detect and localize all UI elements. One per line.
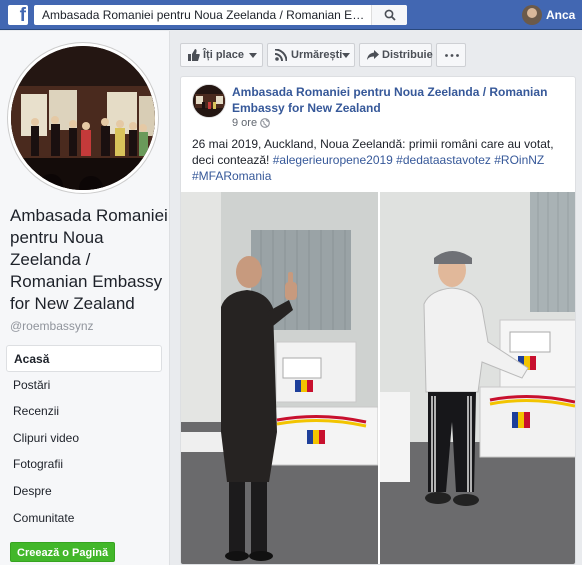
post-photo-2[interactable] bbox=[380, 192, 575, 564]
post-body: 26 mai 2019, Auckland, Noua Zeelandă: pr… bbox=[192, 136, 570, 184]
like-page-button[interactable]: Îți place bbox=[180, 43, 263, 67]
sidebar-item-despre[interactable]: Despre bbox=[6, 478, 162, 505]
share-page-button[interactable]: Distribuie bbox=[359, 43, 433, 67]
user-avatar[interactable] bbox=[522, 5, 542, 25]
sidebar-item-comunitate[interactable]: Comunitate bbox=[6, 505, 162, 532]
search-value: Ambasada Romaniei pentru Noua Zeelanda /… bbox=[42, 8, 372, 22]
page-navigation: Acasă Postări Recenzii Clipuri video Fot… bbox=[6, 345, 162, 531]
sidebar-item-acasa[interactable]: Acasă bbox=[6, 345, 162, 372]
rss-follow-icon bbox=[275, 49, 287, 61]
sidebar-item-recenzii[interactable]: Recenzii bbox=[6, 398, 162, 425]
chevron-down-icon bbox=[249, 53, 257, 58]
post-timestamp[interactable]: 9 ore bbox=[232, 117, 270, 129]
chevron-down-icon bbox=[342, 53, 350, 58]
thumbs-up-icon bbox=[188, 49, 200, 61]
more-dots-icon bbox=[445, 54, 459, 57]
post-author-link[interactable]: Ambasada Romaniei pentru Noua Zeelanda /… bbox=[232, 84, 562, 116]
follow-page-button[interactable]: Urmărești bbox=[267, 43, 355, 67]
more-options-button[interactable] bbox=[436, 43, 466, 67]
post-photo-1[interactable] bbox=[181, 192, 378, 564]
facebook-logo-icon[interactable]: f bbox=[8, 5, 28, 26]
page-sidebar: Ambasada Romaniei pentru Noua Zeelanda /… bbox=[0, 31, 170, 565]
globe-icon bbox=[260, 118, 270, 128]
create-page-button[interactable]: Creează o Pagină bbox=[10, 542, 116, 562]
page-profile-picture[interactable] bbox=[8, 43, 158, 193]
user-name-link[interactable]: Anca bbox=[546, 8, 575, 22]
post-author-avatar[interactable] bbox=[192, 84, 226, 118]
sidebar-item-postari[interactable]: Postări bbox=[6, 372, 162, 399]
share-arrow-icon bbox=[367, 50, 379, 60]
top-navigation-bar: f Ambasada Romaniei pentru Noua Zeelanda… bbox=[0, 0, 582, 30]
sidebar-item-fotografii[interactable]: Fotografii bbox=[6, 451, 162, 478]
page-title[interactable]: Ambasada Romaniei pentru Noua Zeelanda /… bbox=[10, 205, 168, 315]
feed-post: Ambasada Romaniei pentru Noua Zeelanda /… bbox=[180, 76, 576, 565]
search-icon bbox=[384, 9, 396, 21]
search-input[interactable]: Ambasada Romaniei pentru Noua Zeelanda /… bbox=[34, 5, 407, 25]
search-button[interactable] bbox=[371, 5, 407, 25]
sidebar-item-clipuri-video[interactable]: Clipuri video bbox=[6, 425, 162, 452]
page-handle[interactable]: @roembassynz bbox=[10, 319, 94, 333]
